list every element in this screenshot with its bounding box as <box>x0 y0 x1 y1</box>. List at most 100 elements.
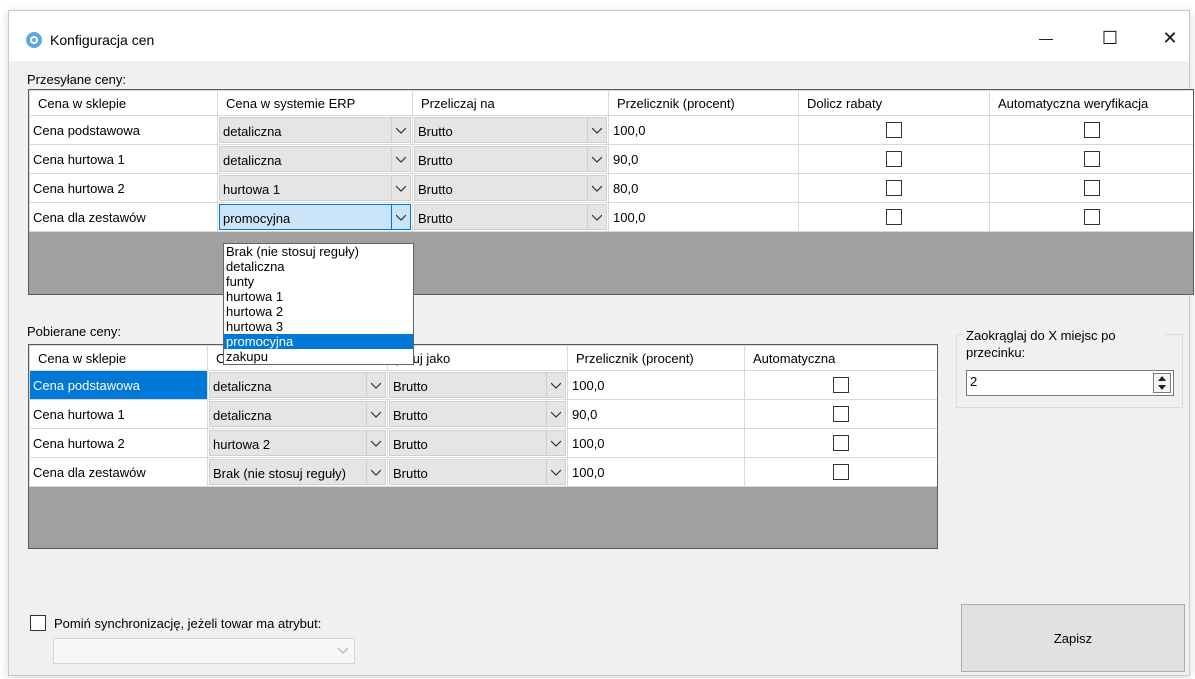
auto-cell <box>744 370 937 400</box>
factor-cell[interactable]: 100,0 <box>608 202 799 232</box>
erp-price-dropdown-list[interactable]: Brak (nie stosuj reguły) detaliczna funty h… <box>223 243 414 365</box>
factor-cell[interactable]: 90,0 <box>608 144 799 174</box>
received-prices-grid: Cena w sklepie Cpisuj jako Przelicznik (pr… <box>28 344 938 549</box>
dropdown-option[interactable]: hurtowa 1 <box>224 289 413 304</box>
spin-down-icon[interactable] <box>1158 385 1166 390</box>
skip-sync-checkbox[interactable] <box>30 615 46 631</box>
erp-price-combo[interactable]: detaliczna <box>209 401 386 427</box>
convert-combo[interactable]: Brutto <box>414 175 607 201</box>
close-icon: ✕ <box>1162 27 1178 48</box>
row-label[interactable]: Cena dla zestawów <box>29 202 218 232</box>
sent-prices-grid: Cena w sklepie Cena w systemie ERP Przelic… <box>28 89 1194 295</box>
dropdown-option[interactable]: zakupu <box>224 349 413 364</box>
discount-cell <box>798 202 990 232</box>
price-config-window: Konfiguracja cen — ☐ ✕ Przesyłane ceny: … <box>8 10 1194 676</box>
table-row: Cena hurtowa 2 hurtowa 2 Brutto 100,0 <box>29 428 937 458</box>
convert-cell: Brutto <box>412 173 609 203</box>
erp-price-combo[interactable]: detaliczna <box>209 372 386 398</box>
rounding-spinner[interactable]: 2 <box>966 370 1174 396</box>
spinner-arrows[interactable] <box>1153 373 1171 393</box>
row-label[interactable]: Cena podstawowa <box>29 115 218 145</box>
convert-combo[interactable]: Brutto <box>414 117 607 143</box>
received-prices-label: Pobierane ceny: <box>27 324 121 339</box>
convert-cell: Brutto <box>412 144 609 174</box>
verify-cell <box>989 173 1193 203</box>
verify-checkbox[interactable] <box>1083 122 1100 139</box>
row-label[interactable]: Cena hurtowa 2 <box>29 428 208 458</box>
factor-cell[interactable]: 90,0 <box>567 399 745 429</box>
erp-price-cell: detaliczna <box>217 144 413 174</box>
close-button[interactable]: ✕ <box>1147 21 1193 55</box>
spin-up-icon[interactable] <box>1158 376 1166 381</box>
discount-cell <box>798 173 990 203</box>
dropdown-option[interactable]: hurtowa 2 <box>224 304 413 319</box>
row-label[interactable]: Cena podstawowa <box>29 370 208 400</box>
write-as-combo[interactable]: Brutto <box>389 372 566 398</box>
convert-combo[interactable]: Brutto <box>414 146 607 172</box>
verify-checkbox[interactable] <box>1083 209 1100 226</box>
minimize-button[interactable]: — <box>1023 21 1069 55</box>
header-col-erp: Cena w systemie ERP <box>217 90 413 116</box>
erp-price-value: detaliczna <box>223 124 282 139</box>
auto-checkbox[interactable] <box>833 435 849 452</box>
row-label[interactable]: Cena hurtowa 2 <box>29 173 218 203</box>
convert-value: Brutto <box>418 211 453 226</box>
convert-cell: Brutto <box>412 115 609 145</box>
factor-cell[interactable]: 100,0 <box>567 370 745 400</box>
write-as-combo[interactable]: Brutto <box>389 430 566 456</box>
verify-checkbox[interactable] <box>1083 151 1100 168</box>
factor-cell[interactable]: 100,0 <box>567 457 745 487</box>
factor-cell[interactable]: 100,0 <box>567 428 745 458</box>
attribute-select[interactable] <box>53 638 355 664</box>
dropdown-option[interactable]: hurtowa 3 <box>224 319 413 334</box>
row-label[interactable]: Cena dla zestawów <box>29 457 208 487</box>
erp-price-combo[interactable]: detaliczna <box>219 146 411 172</box>
header-col-verify: Automatyczna weryfikacja <box>989 90 1193 116</box>
auto-checkbox[interactable] <box>833 464 849 481</box>
save-button[interactable]: Zapisz <box>961 604 1185 672</box>
write-as-combo[interactable]: Brutto <box>389 459 566 485</box>
factor-cell[interactable]: 80,0 <box>608 173 799 203</box>
rounding-value: 2 <box>970 374 978 389</box>
dropdown-option[interactable]: Brak (nie stosuj reguły) <box>224 244 413 259</box>
chevron-down-icon <box>551 440 561 447</box>
erp-price-combo[interactable]: promocyjna <box>219 204 411 230</box>
chevron-down-icon <box>592 127 602 134</box>
discount-checkbox[interactable] <box>886 180 902 197</box>
discount-checkbox[interactable] <box>886 151 902 168</box>
row-label[interactable]: Cena hurtowa 1 <box>29 399 208 429</box>
maximize-icon: ☐ <box>1101 27 1119 48</box>
auto-cell <box>744 457 937 487</box>
table-row: Cena hurtowa 1 detaliczna Brutto 90,0 <box>29 144 1193 174</box>
auto-checkbox[interactable] <box>833 377 849 394</box>
row-label[interactable]: Cena hurtowa 1 <box>29 144 218 174</box>
maximize-button[interactable]: ☐ <box>1087 21 1133 55</box>
chevron-down-icon <box>551 469 561 476</box>
auto-cell <box>744 399 937 429</box>
verify-cell <box>989 202 1193 232</box>
erp-price-combo[interactable]: hurtowa 2 <box>209 430 386 456</box>
dropdown-option[interactable]: detaliczna <box>224 259 413 274</box>
chevron-down-icon <box>371 382 381 389</box>
auto-checkbox[interactable] <box>833 406 849 423</box>
write-as-cell: Brutto <box>387 457 568 487</box>
chevron-down-icon <box>371 440 381 447</box>
erp-price-combo[interactable]: Brak (nie stosuj reguły) <box>209 459 386 485</box>
dropdown-option[interactable]: funty <box>224 274 413 289</box>
header-col-write-as: pisuj jako <box>387 345 568 371</box>
erp-price-combo[interactable]: detaliczna <box>219 117 411 143</box>
sent-prices-label: Przesyłane ceny: <box>27 72 126 87</box>
factor-cell[interactable]: 100,0 <box>608 115 799 145</box>
window-title: Konfiguracja cen <box>50 32 155 48</box>
discount-checkbox[interactable] <box>886 209 902 226</box>
discount-checkbox[interactable] <box>886 122 902 139</box>
table-row: Cena hurtowa 1 detaliczna Brutto 90,0 <box>29 399 937 429</box>
dropdown-option[interactable]: promocyjna <box>224 334 413 349</box>
chevron-down-icon <box>338 647 348 654</box>
write-as-cell: Brutto <box>387 428 568 458</box>
convert-combo[interactable]: Brutto <box>414 204 607 230</box>
write-as-cell: Brutto <box>387 399 568 429</box>
write-as-combo[interactable]: Brutto <box>389 401 566 427</box>
verify-checkbox[interactable] <box>1083 180 1100 197</box>
erp-price-combo[interactable]: hurtowa 1 <box>219 175 411 201</box>
